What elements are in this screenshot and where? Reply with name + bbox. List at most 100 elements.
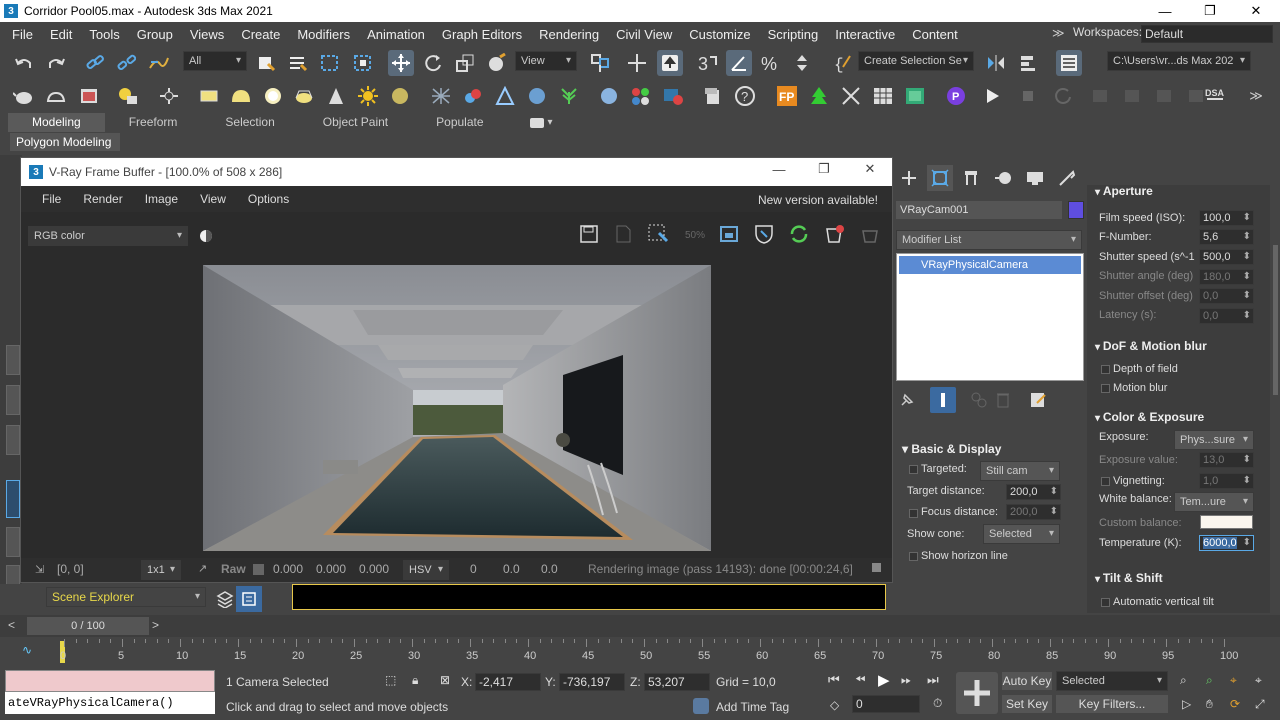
vignetting-spinner[interactable]: 1,0: [1199, 473, 1254, 489]
select-by-name-icon[interactable]: [285, 50, 311, 76]
rendered-frame-window-icon[interactable]: [76, 83, 102, 109]
zoom-all-icon[interactable]: ⌕: [1206, 673, 1213, 688]
shutter-angle-spinner[interactable]: 180,0: [1199, 269, 1254, 285]
ribbon-tab-object-paint[interactable]: Object Paint: [299, 113, 412, 132]
menu-interactive[interactable]: Interactive: [829, 27, 906, 42]
reference-coordinate-dropdown[interactable]: View: [515, 51, 577, 71]
zoom-extents-all-icon[interactable]: ⌖: [1255, 673, 1262, 688]
help-icon[interactable]: ?: [732, 83, 758, 109]
layout-tab-active[interactable]: [6, 480, 20, 518]
modify-tab-icon[interactable]: [927, 165, 953, 191]
configure-modifier-sets-icon[interactable]: [1025, 387, 1051, 413]
vfb-close-button[interactable]: ✕: [847, 158, 893, 180]
use-pivot-point-icon[interactable]: [587, 50, 613, 76]
forest-tree-icon[interactable]: [806, 83, 832, 109]
select-and-place-icon[interactable]: [484, 50, 510, 76]
viewport-preview[interactable]: [292, 584, 886, 610]
vfb-menu-file[interactable]: File: [31, 192, 72, 206]
menu-content[interactable]: Content: [906, 27, 969, 42]
display-tab-icon[interactable]: [1022, 165, 1048, 191]
vfb-menu-options[interactable]: Options: [237, 192, 300, 206]
select-and-rotate-icon[interactable]: [420, 50, 446, 76]
current-frame-field[interactable]: 0: [852, 695, 920, 713]
dim-tool-2-icon[interactable]: [1120, 83, 1146, 109]
target-distance-spinner[interactable]: 200,0: [1006, 484, 1061, 500]
dsa-icon[interactable]: DSA: [1202, 83, 1228, 109]
temperature-spinner[interactable]: 6000,0: [1199, 535, 1254, 551]
dim-tool-3-icon[interactable]: [1152, 83, 1178, 109]
mesh-light-icon[interactable]: [291, 83, 317, 109]
rendered-image[interactable]: [203, 265, 711, 551]
rollout-scrollbar[interactable]: [1271, 185, 1280, 613]
render-region-icon[interactable]: [660, 83, 686, 109]
rectangular-selection-icon[interactable]: [317, 50, 343, 76]
exposure-value-spinner[interactable]: 13,0: [1199, 452, 1254, 468]
polygon-modeling-panel[interactable]: Polygon Modeling: [10, 133, 120, 151]
workspaces-dropdown[interactable]: Default: [1141, 25, 1273, 43]
show-end-result-icon[interactable]: [930, 387, 956, 413]
pick-pixel-icon[interactable]: ⇲: [35, 563, 44, 576]
ribbon-options-icon[interactable]: [529, 117, 544, 128]
vignetting-checkbox[interactable]: [1101, 477, 1110, 486]
maxscript-listener-input[interactable]: ateVRayPhysicalCamera(): [5, 692, 215, 714]
snaps-toggle-icon[interactable]: 3: [694, 50, 720, 76]
material-browser-icon[interactable]: [628, 83, 654, 109]
select-and-scale-icon[interactable]: [452, 50, 478, 76]
menu-animation[interactable]: Animation: [361, 27, 436, 42]
new-version-notice[interactable]: New version available!: [758, 193, 878, 207]
vray-plane-icon[interactable]: [492, 83, 518, 109]
color-picker-icon[interactable]: ↗: [198, 562, 207, 575]
play-render-icon[interactable]: [979, 83, 1005, 109]
scene-explorer-dropdown[interactable]: Scene Explorer: [46, 587, 206, 607]
ribbon-tab-selection[interactable]: Selection: [201, 113, 298, 132]
pin-stack-icon[interactable]: [894, 387, 920, 413]
scene-explorer-toggle-icon[interactable]: [1056, 50, 1082, 76]
teapot-icon[interactable]: [11, 83, 37, 109]
ribbon-chevron-down-icon[interactable]: ▾: [548, 117, 553, 128]
hierarchy-tab-icon[interactable]: [958, 165, 984, 191]
motion-blur-checkbox[interactable]: [1101, 384, 1110, 393]
named-selection-dropdown[interactable]: Create Selection Se: [858, 51, 974, 71]
menu-customize[interactable]: Customize: [683, 27, 761, 42]
time-slider-next[interactable]: >: [152, 618, 168, 634]
dof-motion-blur-header[interactable]: DoF & Motion blur: [1087, 335, 1270, 357]
lens-effects-icon[interactable]: [716, 221, 742, 247]
select-object-icon[interactable]: [253, 50, 279, 76]
select-manipulate-icon[interactable]: [624, 50, 650, 76]
keyboard-shortcut-override-icon[interactable]: [657, 50, 683, 76]
track-mouse-icon[interactable]: [751, 221, 777, 247]
isolate-selection-icon[interactable]: ⬚: [385, 673, 396, 687]
vray-sphere-icon[interactable]: [524, 83, 550, 109]
angle-snap-icon[interactable]: [726, 50, 752, 76]
ribbon-tab-modeling[interactable]: Modeling: [8, 113, 105, 132]
schematic-icon[interactable]: [902, 83, 928, 109]
time-slider-thumb[interactable]: 0 / 100: [27, 617, 149, 635]
stop-render-icon[interactable]: [857, 221, 883, 247]
object-name-field[interactable]: VRayCam001: [896, 201, 1062, 219]
targeted-checkbox[interactable]: [909, 465, 918, 474]
focus-distance-checkbox[interactable]: [909, 509, 918, 518]
render-setup-icon[interactable]: [43, 83, 69, 109]
set-key-button[interactable]: Set Key: [1002, 695, 1052, 713]
save-all-icon[interactable]: [610, 221, 636, 247]
tilt-shift-header[interactable]: Tilt & Shift: [1087, 567, 1270, 589]
vray-clipper-icon[interactable]: [556, 83, 582, 109]
unlink-icon[interactable]: [113, 50, 139, 76]
color-space-dropdown[interactable]: HSV: [403, 560, 449, 580]
ambient-light-icon[interactable]: [387, 83, 413, 109]
set-key-big-button[interactable]: [956, 672, 998, 714]
film-speed-spinner[interactable]: 100,0: [1199, 210, 1254, 226]
vfb-menu-view[interactable]: View: [189, 192, 237, 206]
zoom-icon[interactable]: ⌕: [1180, 673, 1187, 688]
basic-display-header[interactable]: ▾ Basic & Display: [894, 438, 1074, 460]
maximize-button[interactable]: ❐: [1187, 0, 1233, 22]
sun-icon[interactable]: [355, 83, 381, 109]
key-mode-icon[interactable]: ◇: [830, 698, 839, 712]
save-image-icon[interactable]: [576, 221, 602, 247]
make-unique-icon[interactable]: [966, 387, 992, 413]
vfb-menu-image[interactable]: Image: [134, 192, 189, 206]
link-icon[interactable]: [82, 50, 108, 76]
go-to-end-icon[interactable]: ⏭: [927, 672, 939, 688]
next-frame-icon[interactable]: ⏩︎: [901, 672, 911, 688]
menu-tools[interactable]: Tools: [83, 27, 130, 42]
